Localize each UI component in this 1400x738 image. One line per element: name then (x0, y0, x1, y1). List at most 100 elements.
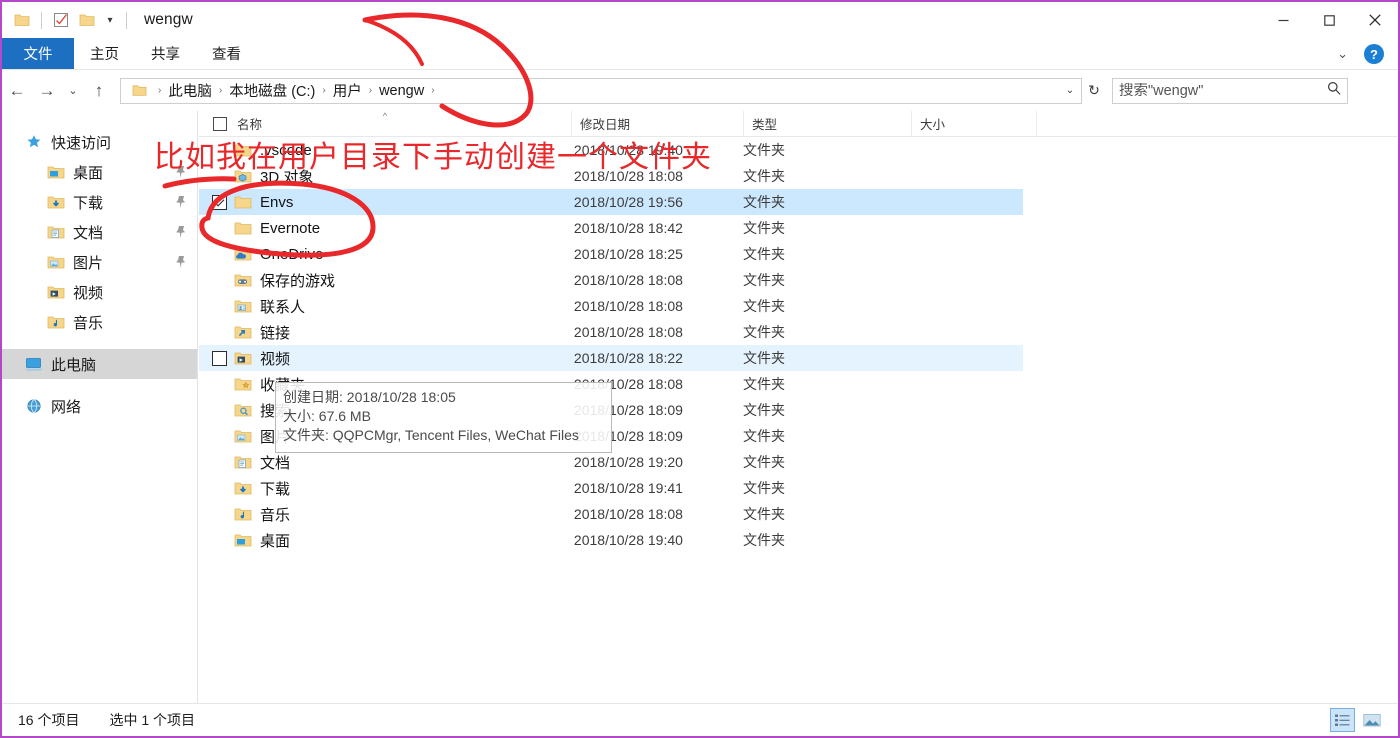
details-view-button[interactable] (1330, 708, 1355, 732)
cell-name[interactable]: 3D 对象 (233, 166, 566, 187)
column-header-row: ^ 名称 修改日期 类型 大小 (199, 111, 1398, 137)
breadcrumb-separator: › (158, 85, 162, 96)
search-input[interactable] (1119, 82, 1327, 99)
cell-name[interactable]: 桌面 (233, 530, 566, 551)
cell-name[interactable]: Evernote (233, 220, 566, 237)
column-header-name[interactable]: ^ 名称 (199, 111, 572, 136)
breadcrumb-list: › 此电脑 › 本地磁盘 (C:) › 用户 › wengw › (121, 78, 1059, 103)
sidebar-item-pictures[interactable]: 图片 (2, 247, 197, 277)
row-checkbox (212, 377, 227, 392)
sidebar-item-documents[interactable]: 文档 (2, 217, 197, 247)
minimize-button[interactable] (1260, 2, 1306, 38)
sidebar-item-videos[interactable]: 视频 (2, 277, 197, 307)
sidebar-item-desktop[interactable]: 桌面 (2, 157, 197, 187)
cell-name[interactable]: Envs (233, 194, 566, 211)
cell-name[interactable]: 联系人 (233, 296, 566, 317)
refresh-icon[interactable]: ↻ (1082, 79, 1106, 103)
table-row[interactable]: 桌面 2018/10/28 19:40 文件夹 (199, 527, 1023, 553)
search-box[interactable] (1112, 77, 1348, 104)
row-checkbox[interactable] (212, 194, 227, 210)
status-bar: 16 个项目 选中 1 个项目 (2, 703, 1398, 736)
table-row[interactable]: 音乐 2018/10/28 18:08 文件夹 (199, 501, 1023, 527)
sidebar-item-this-pc[interactable]: 此电脑 (2, 349, 197, 379)
column-header-date[interactable]: 修改日期 (572, 111, 744, 136)
tab-view[interactable]: 查看 (196, 38, 257, 69)
sidebar-item-downloads[interactable]: 下载 (2, 187, 197, 217)
row-checkbox (212, 221, 227, 236)
table-row[interactable]: 下载 2018/10/28 19:41 文件夹 (199, 475, 1023, 501)
file-date-label: 2018/10/28 19:40 (573, 532, 683, 548)
breadcrumb-item-local-disk[interactable]: 本地磁盘 (C:) (224, 78, 320, 103)
search-icon[interactable] (1327, 81, 1341, 100)
breadcrumb-separator: › (218, 85, 223, 96)
close-button[interactable] (1352, 2, 1398, 38)
table-row[interactable]: 联系人 2018/10/28 18:08 文件夹 (199, 293, 1023, 319)
file-date-label: 2018/10/28 19:40 (573, 142, 683, 158)
sidebar-item-label: 快速访问 (51, 134, 112, 152)
cell-name[interactable]: 链接 (233, 322, 566, 343)
file-date-label: 2018/10/28 18:08 (573, 506, 683, 522)
table-row[interactable]: Evernote 2018/10/28 18:42 文件夹 (199, 215, 1023, 241)
file-name-label: 下载 (260, 480, 291, 498)
column-header-size[interactable]: 大小 (912, 111, 1037, 136)
cell-name[interactable]: .vscode (233, 142, 566, 159)
sidebar-item-music[interactable]: 音乐 (2, 307, 197, 337)
new-folder-icon[interactable] (75, 8, 99, 32)
large-icons-view-button[interactable] (1359, 708, 1384, 732)
sidebar-item-label: 下载 (73, 194, 104, 212)
folder-icon (233, 220, 253, 237)
item-count-label: 16 个项目 (18, 712, 80, 728)
chevron-down-icon[interactable]: ▾ (101, 15, 119, 26)
forward-button[interactable]: → (32, 76, 62, 106)
this-pc-icon (24, 355, 44, 373)
row-checkbox[interactable] (212, 350, 227, 366)
file-type-label: 文件夹 (742, 194, 785, 210)
file-explorer-window: ▾ wengw 文件 主页 共享 查看 ⌄ ? ← → ⌄ ↑ › 此电脑 › … (0, 0, 1400, 738)
breadcrumb-item-wengw[interactable]: wengw (374, 81, 429, 101)
contacts-folder-icon (233, 298, 253, 315)
tab-home[interactable]: 主页 (74, 38, 135, 69)
pin-icon[interactable] (175, 225, 187, 239)
file-type-label: 文件夹 (742, 454, 785, 470)
cell-name[interactable]: 下载 (233, 478, 566, 499)
table-row[interactable]: 链接 2018/10/28 18:08 文件夹 (199, 319, 1023, 345)
chevron-down-icon[interactable]: ⌄ (1327, 46, 1358, 62)
up-button[interactable]: ↑ (84, 76, 114, 106)
cell-name[interactable]: 音乐 (233, 504, 566, 525)
table-row[interactable]: 视频 2018/10/28 18:22 文件夹 (199, 345, 1023, 371)
breadcrumb-item-users[interactable]: 用户 (328, 78, 367, 103)
pin-icon[interactable] (175, 255, 187, 269)
sidebar-item-label: 视频 (73, 284, 104, 302)
pin-icon[interactable] (175, 195, 187, 209)
table-row[interactable]: .vscode 2018/10/28 19:40 文件夹 (199, 137, 1023, 163)
back-button[interactable]: ← (2, 76, 32, 106)
cell-name[interactable]: 保存的游戏 (233, 270, 566, 291)
cell-name[interactable]: 视频 (233, 348, 566, 369)
table-row[interactable]: 保存的游戏 2018/10/28 18:08 文件夹 (199, 267, 1023, 293)
file-name-label: 3D 对象 (260, 168, 314, 186)
cell-name[interactable]: 文档 (233, 452, 566, 473)
maximize-button[interactable] (1306, 2, 1352, 38)
pin-icon[interactable] (175, 165, 187, 179)
file-date-label: 2018/10/28 19:20 (573, 454, 683, 470)
table-row[interactable]: Envs 2018/10/28 19:56 文件夹 (199, 189, 1023, 215)
breadcrumb-item-this-pc[interactable]: 此电脑 (163, 78, 217, 103)
properties-icon[interactable] (49, 8, 73, 32)
breadcrumb[interactable]: › 此电脑 › 本地磁盘 (C:) › 用户 › wengw › ⌄ (120, 77, 1082, 104)
table-row[interactable]: 3D 对象 2018/10/28 18:08 文件夹 (199, 163, 1023, 189)
help-icon[interactable]: ? (1364, 44, 1384, 64)
column-header-type[interactable]: 类型 (744, 111, 912, 136)
sidebar-item-quick-access[interactable]: 快速访问 (2, 127, 197, 157)
sidebar-item-network[interactable]: 网络 (2, 391, 197, 421)
table-row[interactable]: OneDrive 2018/10/28 18:25 文件夹 (199, 241, 1023, 267)
chevron-down-icon[interactable]: ⌄ (1059, 79, 1081, 103)
tab-share[interactable]: 共享 (135, 38, 196, 69)
sidebar-item-label: 网络 (51, 398, 82, 416)
file-date-label: 2018/10/28 18:22 (573, 350, 683, 366)
tab-file[interactable]: 文件 (2, 38, 74, 69)
recent-locations-icon[interactable]: ⌄ (62, 76, 84, 106)
row-checkbox (212, 507, 227, 522)
file-name-label: 保存的游戏 (260, 272, 336, 290)
cell-name[interactable]: OneDrive (233, 246, 566, 263)
folder-icon[interactable] (10, 8, 34, 32)
